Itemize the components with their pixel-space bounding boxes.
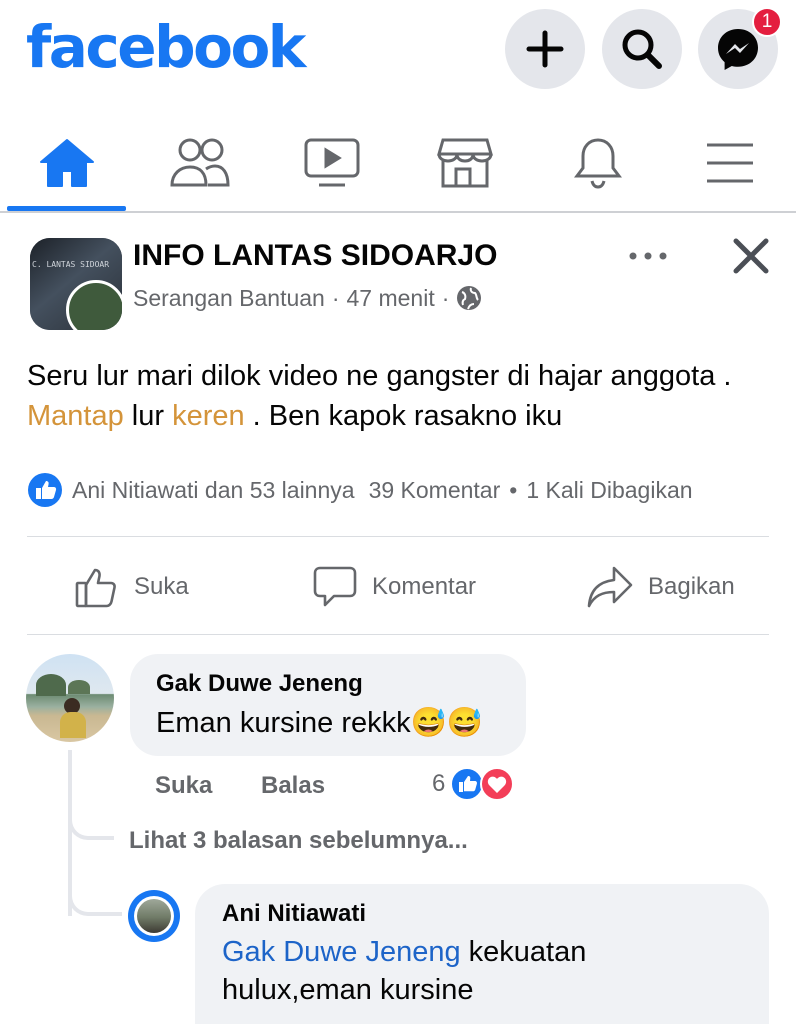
avatar-photo — [137, 899, 171, 933]
post-text-part: . Ben kapok rasakno iku — [244, 400, 563, 432]
comment-button[interactable]: Komentar — [312, 562, 476, 612]
comment-text: Eman kursine rekkk😅😅 — [156, 707, 483, 739]
facebook-logo[interactable]: facebook — [26, 12, 306, 82]
reply-text-line2: hulux,eman kursine — [222, 974, 474, 1006]
like-label: Suka — [134, 573, 189, 600]
comment-icon — [313, 566, 357, 607]
avatar-hill — [36, 674, 66, 696]
love-reaction-icon — [480, 767, 515, 801]
post-hashtag[interactable]: Mantap — [27, 400, 124, 432]
video-icon — [304, 138, 360, 187]
comment-like-button[interactable]: Suka — [155, 772, 212, 800]
messenger-button[interactable]: 1 — [698, 7, 782, 89]
tab-notifications[interactable] — [538, 118, 658, 208]
reply-text-line1: Gak Duwe Jeneng kekuatan — [222, 936, 586, 969]
meta-dot: · — [441, 285, 450, 311]
reply-author[interactable]: Ani Nitiawati — [222, 900, 366, 928]
friends-icon — [170, 138, 230, 187]
messenger-badge: 1 — [752, 7, 782, 37]
header-divider — [0, 211, 796, 213]
view-previous-replies[interactable]: Lihat 3 balasan sebelumnya... — [129, 827, 468, 855]
reply-mention[interactable]: Gak Duwe Jeneng — [222, 936, 461, 968]
commenter-avatar[interactable] — [26, 654, 114, 742]
like-reaction-icon — [28, 473, 62, 507]
divider — [27, 634, 769, 635]
bell-icon — [574, 138, 622, 189]
close-post-button[interactable] — [730, 235, 772, 277]
avatar-caption: C. LANTAS SIDOAR — [32, 260, 110, 269]
divider — [27, 536, 769, 537]
tab-menu[interactable] — [670, 118, 790, 208]
group-avatar[interactable]: C. LANTAS SIDOAR — [30, 238, 122, 330]
messenger-icon — [718, 29, 758, 70]
plus-icon — [526, 30, 564, 68]
more-dots-icon — [629, 252, 667, 260]
more-options-button[interactable] — [628, 240, 670, 272]
group-name[interactable]: Serangan Bantuan — [133, 282, 325, 314]
comment-author[interactable]: Gak Duwe Jeneng — [156, 670, 363, 698]
comments-count[interactable]: 39 Komentar — [369, 477, 501, 504]
reactions-summary[interactable]: Ani Nitiawati dan 53 lainnya — [72, 477, 355, 504]
reply-author-avatar[interactable] — [128, 890, 180, 942]
post-text-part: Seru lur mari dilok video ne gangster di… — [27, 360, 732, 392]
reply-bubble: Ani Nitiawati Gak Duwe Jeneng kekuatan h… — [195, 884, 769, 1024]
post-text-part: lur — [123, 400, 173, 432]
comment-reactions[interactable]: 6 — [432, 766, 515, 802]
avatar-ring — [134, 896, 174, 936]
globe-icon — [457, 286, 482, 310]
thumbs-up-icon — [75, 568, 116, 608]
thread-branch — [68, 792, 114, 840]
post-stats: Ani Nitiawati dan 53 lainnya 39 Komentar… — [27, 470, 772, 510]
search-button[interactable] — [602, 9, 682, 89]
hamburger-menu-icon — [707, 143, 753, 183]
shares-count[interactable]: 1 Kali Dibagikan — [526, 477, 692, 504]
tab-marketplace[interactable] — [405, 118, 525, 208]
comment-label: Komentar — [372, 573, 477, 600]
post-text: Seru lur mari dilok video ne gangster di… — [27, 356, 767, 436]
post-hashtag[interactable]: keren — [172, 400, 245, 432]
like-button[interactable]: Suka — [74, 562, 189, 612]
marketplace-icon — [437, 138, 493, 188]
share-arrow-icon — [587, 566, 633, 608]
tab-friends[interactable] — [140, 118, 260, 208]
tab-watch[interactable] — [272, 118, 392, 208]
comment-reaction-count: 6 — [432, 770, 446, 797]
close-icon — [733, 238, 769, 274]
post-author[interactable]: INFO LANTAS SIDOARJO — [133, 238, 497, 274]
comment-bubble: Gak Duwe Jeneng Eman kursine rekkk😅😅 — [130, 654, 526, 756]
home-icon — [40, 139, 94, 187]
tab-home[interactable] — [7, 118, 127, 208]
search-icon — [622, 29, 662, 69]
reply-text: kekuatan — [460, 936, 587, 968]
avatar-hill — [68, 680, 90, 694]
comment-reply-button[interactable]: Balas — [261, 772, 325, 800]
post-meta: Serangan Bantuan · 47 menit · — [133, 282, 482, 314]
thread-branch — [68, 868, 122, 916]
avatar-person-body — [60, 712, 86, 738]
stats-dot: • — [509, 476, 518, 503]
share-label: Bagikan — [648, 573, 735, 600]
create-button[interactable] — [505, 9, 585, 89]
meta-dot: · — [331, 285, 340, 311]
share-button[interactable]: Bagikan — [586, 562, 735, 612]
post-time[interactable]: 47 menit — [347, 282, 435, 314]
member-avatar — [66, 280, 122, 330]
